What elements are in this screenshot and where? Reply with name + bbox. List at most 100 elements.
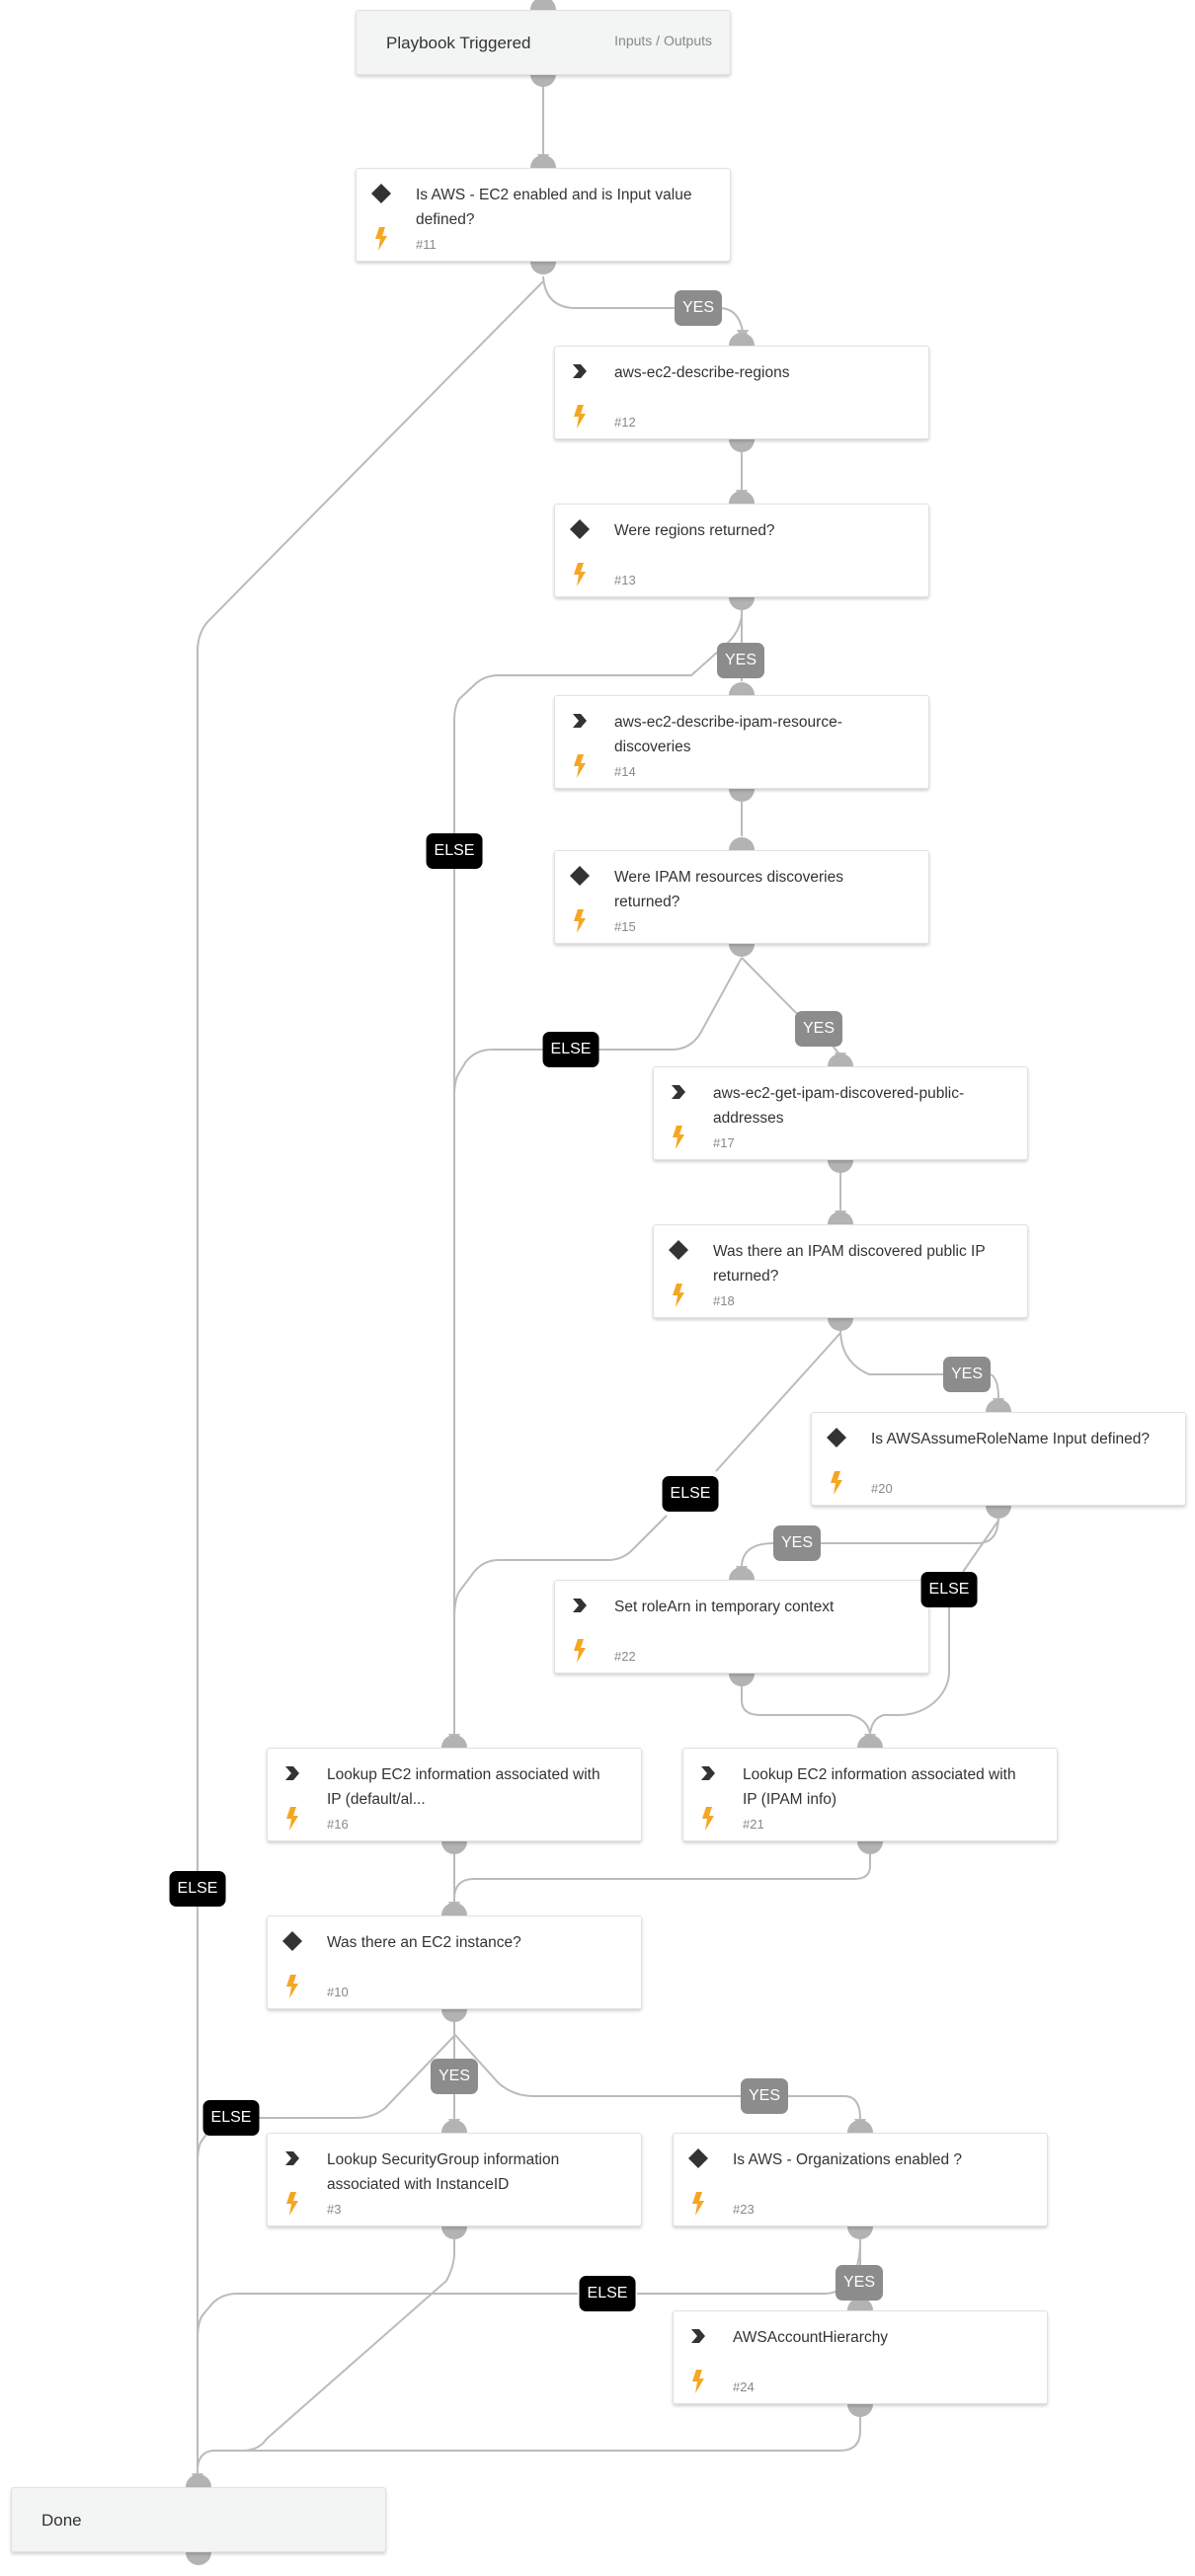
edge-label-yes[interactable]: YES — [674, 290, 723, 326]
input-port[interactable] — [186, 2474, 211, 2487]
task-id: #24 — [733, 2380, 755, 2394]
condition-diamond-icon — [826, 1427, 847, 1448]
condition-diamond-icon — [370, 183, 392, 204]
lightning-bolt-icon — [697, 1806, 719, 1832]
task-id: #16 — [327, 1817, 349, 1832]
task-node-24[interactable]: AWSAccountHierarchy #24 — [673, 2310, 1048, 2404]
node-title: Set roleArn in temporary context — [614, 1599, 835, 1615]
condition-node-11[interactable]: Is AWS - EC2 enabled and is Input value … — [356, 168, 731, 262]
output-port[interactable] — [828, 1160, 853, 1173]
output-port[interactable] — [729, 439, 755, 452]
condition-node-10[interactable]: Was there an EC2 instance? #10 — [267, 1915, 642, 2009]
task-chevron-icon — [569, 710, 591, 732]
task-chevron-icon — [569, 1595, 591, 1616]
input-port[interactable] — [441, 1903, 467, 1915]
input-port[interactable] — [828, 1054, 853, 1066]
edge-10-23 — [453, 2033, 861, 2120]
edge-21-10 — [453, 1854, 871, 1897]
output-port[interactable] — [847, 2404, 873, 2417]
edge-label-yes[interactable]: YES — [716, 643, 765, 678]
task-node-16[interactable]: Lookup EC2 information associated with I… — [267, 1748, 642, 1841]
condition-node-15[interactable]: Were IPAM resources discoveries returned… — [554, 850, 929, 944]
output-port[interactable] — [986, 1506, 1011, 1519]
input-port[interactable] — [441, 1735, 467, 1748]
edge-label-yes[interactable]: YES — [794, 1011, 843, 1047]
input-port[interactable] — [729, 682, 755, 695]
lightning-bolt-icon — [826, 1470, 847, 1496]
playbook-triggered-node[interactable]: Playbook Triggered Inputs / Outputs — [356, 10, 731, 75]
task-id: #10 — [327, 1985, 349, 1999]
edge-label-yes[interactable]: YES — [430, 2059, 479, 2094]
condition-diamond-icon — [569, 518, 591, 540]
input-port[interactable] — [729, 837, 755, 850]
lightning-bolt-icon — [687, 2191, 709, 2217]
output-port[interactable] — [828, 1318, 853, 1331]
edge-label-yes[interactable]: YES — [835, 2265, 884, 2301]
node-title: Is AWSAssumeRoleName Input defined? — [871, 1431, 1151, 1447]
input-port[interactable] — [986, 1399, 1011, 1412]
input-port[interactable] — [441, 2120, 467, 2133]
input-port[interactable] — [857, 1735, 883, 1748]
inputs-outputs-link[interactable]: Inputs / Outputs — [614, 33, 712, 48]
output-port[interactable] — [857, 1841, 883, 1854]
lightning-bolt-icon — [569, 404, 591, 429]
lightning-bolt-icon — [370, 226, 392, 252]
input-port[interactable] — [847, 2120, 873, 2133]
task-node-14[interactable]: aws-ec2-describe-ipam-resource-discoveri… — [554, 695, 929, 789]
task-node-21[interactable]: Lookup EC2 information associated with I… — [682, 1748, 1058, 1841]
input-port[interactable] — [828, 1211, 853, 1224]
edge-label-else[interactable]: ELSE — [542, 1032, 599, 1067]
output-port[interactable] — [441, 2009, 467, 2022]
output-port[interactable] — [441, 2226, 467, 2239]
task-node-17[interactable]: aws-ec2-get-ipam-discovered-public-addre… — [653, 1066, 1028, 1160]
done-node[interactable]: Done — [11, 2487, 386, 2552]
node-title: Lookup SecurityGroup information associa… — [327, 2151, 560, 2193]
output-port[interactable] — [186, 2552, 211, 2565]
lightning-bolt-icon — [281, 2191, 303, 2217]
condition-node-23[interactable]: Is AWS - Organizations enabled ? #23 — [673, 2133, 1048, 2226]
node-title: Lookup EC2 information associated with I… — [327, 1766, 600, 1808]
edge-label-yes[interactable]: YES — [942, 1357, 992, 1392]
edge-label-else[interactable]: ELSE — [662, 1476, 719, 1512]
input-port[interactable] — [530, 155, 556, 168]
node-title: Done — [41, 2511, 82, 2530]
lightning-bolt-icon — [569, 1638, 591, 1664]
output-port[interactable] — [847, 2226, 873, 2239]
output-port[interactable] — [530, 74, 556, 87]
lightning-bolt-icon — [281, 1806, 303, 1832]
lightning-bolt-icon — [687, 2369, 709, 2394]
input-port[interactable] — [729, 333, 755, 346]
output-port[interactable] — [530, 262, 556, 274]
node-title: aws-ec2-get-ipam-discovered-public-addre… — [713, 1085, 965, 1127]
task-node-12[interactable]: aws-ec2-describe-regions #12 — [554, 346, 929, 439]
edge-label-yes[interactable]: YES — [740, 2078, 789, 2114]
edge-label-else[interactable]: ELSE — [426, 833, 483, 869]
output-port[interactable] — [729, 597, 755, 610]
edge-label-yes[interactable]: YES — [772, 1525, 822, 1561]
task-node-3[interactable]: Lookup SecurityGroup information associa… — [267, 2133, 642, 2226]
edge-label-else[interactable]: ELSE — [202, 2100, 260, 2136]
input-port[interactable] — [729, 1567, 755, 1580]
edge-label-else[interactable]: ELSE — [169, 1871, 226, 1907]
task-chevron-icon — [281, 2147, 303, 2169]
condition-node-18[interactable]: Was there an IPAM discovered public IP r… — [653, 1224, 1028, 1318]
node-title: AWSAccountHierarchy — [733, 2329, 889, 2346]
condition-diamond-icon — [687, 2147, 709, 2169]
edge-label-else[interactable]: ELSE — [920, 1572, 978, 1607]
input-port[interactable] — [530, 0, 556, 10]
condition-node-20[interactable]: Is AWSAssumeRoleName Input defined? #20 — [811, 1412, 1186, 1506]
condition-node-13[interactable]: Were regions returned? #13 — [554, 504, 929, 597]
output-port[interactable] — [729, 1674, 755, 1686]
output-port[interactable] — [729, 789, 755, 802]
edge-label-else[interactable]: ELSE — [579, 2276, 636, 2311]
output-port[interactable] — [729, 944, 755, 957]
task-id: #21 — [743, 1817, 764, 1832]
node-title: Were regions returned? — [614, 522, 775, 539]
task-chevron-icon — [697, 1762, 719, 1784]
condition-diamond-icon — [281, 1930, 303, 1952]
input-port[interactable] — [729, 491, 755, 504]
node-title: aws-ec2-describe-ipam-resource-discoveri… — [614, 714, 842, 755]
task-id: #13 — [614, 573, 636, 587]
output-port[interactable] — [441, 1841, 467, 1854]
task-node-22[interactable]: Set roleArn in temporary context #22 — [554, 1580, 929, 1674]
